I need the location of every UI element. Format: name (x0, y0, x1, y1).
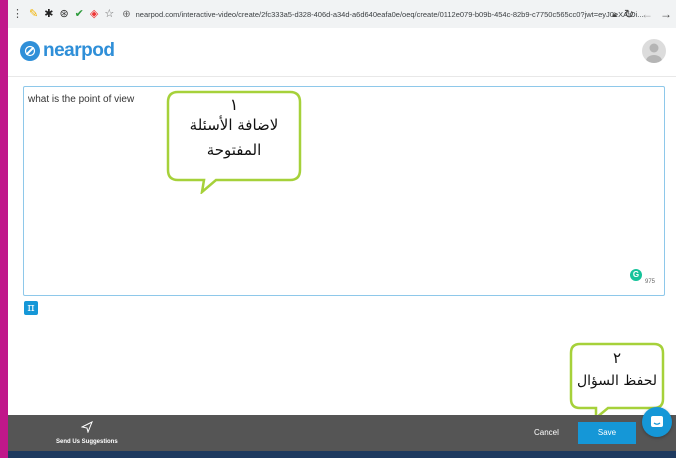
os-taskbar (8, 451, 676, 458)
diamond-extension-icon[interactable]: ◈ (90, 8, 98, 20)
save-button[interactable]: Save (578, 422, 636, 444)
star-icon[interactable]: ☆ (104, 8, 114, 20)
callout-line: لاضافة الأسئلة (189, 116, 279, 134)
paper-plane-icon (56, 420, 118, 436)
back-icon[interactable]: ← (641, 7, 653, 21)
menu-dots-icon[interactable]: ⋮ (12, 8, 23, 20)
nearpod-logo-icon (20, 41, 40, 61)
app-header: nearpod (8, 28, 676, 77)
site-info-icon[interactable]: ⊕ (122, 9, 130, 20)
question-text[interactable]: what is the point of view (28, 94, 134, 105)
send-suggestions-button[interactable]: Send Us Suggestions (56, 420, 118, 445)
address-bar[interactable]: ⊕ nearpod.com/interactive-video/create/2… (122, 5, 676, 23)
pin-extension-icon[interactable]: ✱ (44, 8, 53, 20)
secure-lock-icon[interactable]: 🔒︎ (612, 9, 617, 20)
pen-extension-icon[interactable]: ✎ (29, 8, 38, 20)
grammarly-icon[interactable]: G (630, 269, 642, 281)
question-text-editor[interactable]: what is the point of view G 975 (23, 86, 665, 296)
url-text[interactable]: nearpod.com/interactive-video/create/2fc… (136, 10, 644, 19)
callout-line: لحفظ السؤال (576, 373, 658, 389)
footer-bar: Send Us Suggestions Cancel Save (8, 415, 676, 451)
character-counter: 975 (644, 279, 655, 285)
check-extension-icon[interactable]: ✔ (75, 8, 84, 20)
annotation-callout-open-question: ١ لاضافة الأسئلة المفتوحة (164, 90, 304, 194)
nearpod-logo[interactable]: nearpod (20, 40, 115, 62)
logo-text: nearpod (43, 40, 115, 61)
cancel-button[interactable]: Cancel (534, 428, 559, 437)
user-avatar-icon[interactable] (642, 39, 666, 63)
callout-number: ١ (229, 95, 239, 114)
reload-icon[interactable]: ↻ (624, 7, 634, 21)
chat-support-icon[interactable] (642, 407, 672, 437)
callout-number: ٢ (612, 349, 622, 367)
browser-nav: 🔒︎ ↻ ← → (612, 7, 672, 21)
forward-icon[interactable]: → (660, 7, 672, 21)
math-equation-button[interactable]: π (24, 301, 38, 315)
browser-toolbar: ⋮ ✎ ✱ ⊛ ✔ ◈ ☆ ⊕ nearpod.com/interactive-… (8, 0, 676, 29)
extensions-bar: ⋮ ✎ ✱ ⊛ ✔ ◈ ☆ (12, 8, 114, 20)
send-suggestions-label: Send Us Suggestions (56, 439, 118, 445)
app-window: ⋮ ✎ ✱ ⊛ ✔ ◈ ☆ ⊕ nearpod.com/interactive-… (8, 0, 676, 458)
callout-line: المفتوحة (206, 141, 262, 159)
lock-extension-icon[interactable]: ⊛ (59, 8, 68, 20)
